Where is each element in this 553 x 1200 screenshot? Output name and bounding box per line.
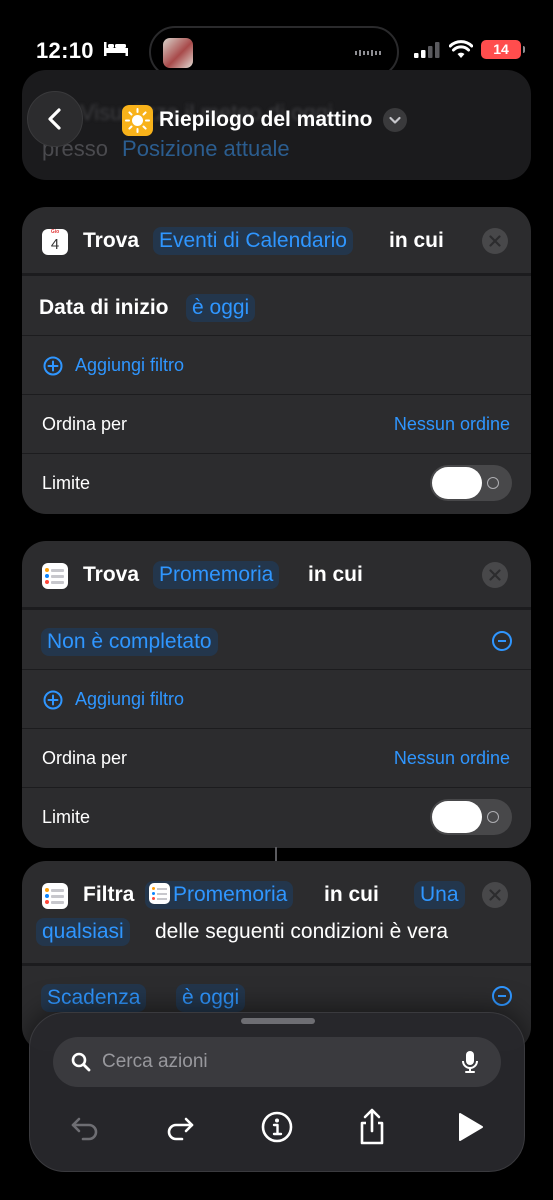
find-reminders-action[interactable]: Trova Promemoria in cui Non è completato…: [22, 541, 531, 848]
add-filter-button[interactable]: Aggiungi filtro: [43, 689, 184, 710]
add-filter-label: Aggiungi filtro: [75, 355, 185, 375]
filter-value-token[interactable]: è oggi: [186, 294, 256, 322]
plus-circle-icon: [43, 356, 63, 375]
limit-toggle[interactable]: [430, 799, 512, 835]
remove-action-button[interactable]: [482, 882, 508, 908]
reminders-icon: [42, 883, 68, 909]
sort-value[interactable]: Nessun ordine: [394, 748, 510, 769]
divider: [22, 273, 531, 276]
wifi-icon: [449, 40, 473, 58]
sort-row[interactable]: Ordina per Nessun ordine: [22, 728, 531, 787]
info-icon[interactable]: [255, 1105, 299, 1149]
action-search-panel: Cerca azioni: [29, 1012, 525, 1172]
divider: [22, 963, 531, 966]
battery-indicator: 14: [481, 40, 525, 59]
add-filter-row[interactable]: Aggiungi filtro: [22, 335, 531, 394]
home-indicator-area: [0, 1180, 553, 1200]
undo-icon[interactable]: [63, 1105, 107, 1149]
limit-row: Limite: [22, 787, 531, 848]
remove-filter-icon[interactable]: [492, 631, 512, 651]
action-verb: Trova: [83, 563, 140, 586]
action-connector: in cui: [389, 229, 444, 252]
back-button[interactable]: [27, 91, 83, 147]
microphone-icon[interactable]: [461, 1050, 479, 1074]
weather-location-token: Posizione attuale: [122, 136, 290, 161]
add-filter-label: Aggiungi filtro: [75, 689, 185, 709]
clock: 12:10: [36, 38, 94, 63]
now-playing-artwork: [163, 38, 193, 68]
sun-icon: [122, 104, 153, 136]
find-calendar-events-action[interactable]: Gio 4 Trova Eventi di Calendario in cui …: [22, 207, 531, 514]
weather-action-location-row: presso Posizione attuale: [42, 136, 290, 162]
limit-label: Limite: [42, 807, 91, 827]
chevron-down-icon: [382, 108, 407, 132]
reminders-icon: [149, 883, 170, 904]
redo-icon[interactable]: [158, 1105, 202, 1149]
search-icon: [71, 1052, 91, 1072]
close-icon: [489, 569, 501, 581]
action-connector: in cui: [324, 883, 379, 906]
quantifier-token-continued[interactable]: qualsiasi: [36, 918, 130, 946]
search-actions-field[interactable]: Cerca azioni: [53, 1037, 501, 1087]
input-variable-label: Promemoria: [173, 883, 288, 906]
sort-row[interactable]: Ordina per Nessun ordine: [22, 394, 531, 453]
sort-value[interactable]: Nessun ordine: [394, 414, 510, 435]
shortcut-title-menu[interactable]: Riepilogo del mattino: [122, 104, 407, 136]
share-icon[interactable]: [350, 1105, 394, 1149]
add-filter-button[interactable]: Aggiungi filtro: [43, 355, 184, 376]
audio-waveform-icon: [355, 50, 381, 56]
condition-field-token[interactable]: Scadenza: [41, 984, 147, 1012]
plus-circle-icon: [43, 690, 63, 709]
reminders-icon: [42, 563, 68, 589]
play-icon[interactable]: [447, 1105, 491, 1149]
remove-condition-icon[interactable]: [492, 986, 512, 1006]
divider: [22, 607, 531, 610]
remove-action-button[interactable]: [482, 562, 508, 588]
action-connector: in cui: [308, 563, 363, 586]
chevron-left-icon: [48, 108, 61, 130]
action-verb: Filtra: [83, 883, 135, 906]
action-verb: Trova: [83, 229, 140, 252]
entity-token[interactable]: Promemoria: [153, 561, 280, 589]
search-placeholder: Cerca azioni: [102, 1051, 208, 1072]
quantifier-token[interactable]: Una: [414, 881, 465, 909]
limit-row: Limite: [22, 453, 531, 514]
sleep-focus-icon: [104, 42, 128, 56]
filter-label: Data di inizio: [39, 296, 169, 319]
cellular-signal-icon: [414, 42, 440, 58]
limit-toggle[interactable]: [430, 465, 512, 501]
shortcut-title: Riepilogo del mattino: [159, 108, 373, 131]
remove-action-button[interactable]: [482, 228, 508, 254]
add-filter-row[interactable]: Aggiungi filtro: [22, 669, 531, 728]
action-connector-line: [275, 847, 277, 861]
entity-token[interactable]: Eventi di Calendario: [153, 227, 353, 255]
close-icon: [489, 889, 501, 901]
sort-label: Ordina per: [42, 748, 128, 768]
calendar-icon: Gio 4: [42, 229, 68, 255]
close-icon: [489, 235, 501, 247]
sort-label: Ordina per: [42, 414, 128, 434]
limit-label: Limite: [42, 473, 91, 493]
sheet-grabber[interactable]: [241, 1018, 315, 1024]
input-variable-token[interactable]: Promemoria: [145, 881, 294, 909]
filter-condition-token[interactable]: Non è completato: [41, 628, 218, 656]
condition-value-token[interactable]: è oggi: [176, 984, 246, 1012]
condition-suffix: delle seguenti condizioni è vera: [155, 920, 449, 943]
